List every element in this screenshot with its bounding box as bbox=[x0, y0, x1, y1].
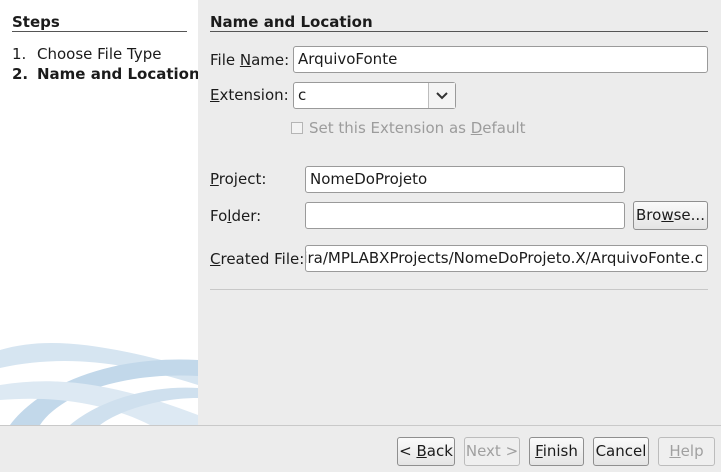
created-file-path: ira/MPLABXProjects/NomeDoProjeto.X/Arqui… bbox=[305, 249, 703, 267]
step-label: Name and Location bbox=[37, 65, 198, 83]
wizard-button-bar: < Back Next > Finish Cancel Help bbox=[0, 425, 721, 472]
mnemonic: D bbox=[470, 119, 483, 137]
section-title: Name and Location bbox=[210, 13, 373, 31]
button-text: Bro bbox=[636, 206, 662, 224]
extension-value: c bbox=[298, 86, 307, 104]
button-text: elp bbox=[680, 442, 704, 460]
button-text: Cancel bbox=[595, 442, 647, 460]
back-button[interactable]: < Back bbox=[397, 437, 455, 466]
button-text: ack bbox=[426, 442, 453, 460]
created-file-label: Created File: bbox=[210, 250, 304, 268]
checkbox-label: Set this Extension as bbox=[309, 119, 471, 137]
checkbox-box[interactable] bbox=[291, 122, 303, 134]
step-item-choose-file-type: 1. Choose File Type bbox=[12, 45, 161, 63]
mnemonic: B bbox=[416, 442, 427, 460]
extension-select[interactable]: c bbox=[293, 82, 456, 109]
label-text: reated File: bbox=[220, 250, 305, 268]
help-button[interactable]: Help bbox=[658, 437, 715, 466]
label-text: xtension: bbox=[219, 86, 289, 104]
cancel-button[interactable]: Cancel bbox=[593, 437, 649, 466]
steps-title: Steps bbox=[12, 13, 60, 31]
label-text: der: bbox=[231, 207, 262, 225]
mnemonic: w bbox=[661, 206, 674, 224]
mnemonic: F bbox=[535, 442, 543, 460]
mnemonic: H bbox=[669, 442, 681, 460]
step-item-name-and-location: 2. Name and Location bbox=[12, 65, 198, 83]
next-button[interactable]: Next > bbox=[464, 437, 520, 466]
section-divider bbox=[210, 31, 708, 32]
finish-button[interactable]: Finish bbox=[529, 437, 584, 466]
created-file-field[interactable]: ira/MPLABXProjects/NomeDoProjeto.X/Arqui… bbox=[305, 245, 708, 272]
label-text: ame: bbox=[251, 51, 290, 69]
folder-label: Folder: bbox=[210, 207, 261, 225]
project-label: Project: bbox=[210, 170, 266, 188]
chevron-down-icon[interactable] bbox=[428, 83, 455, 108]
mnemonic: N bbox=[239, 51, 252, 69]
folder-input[interactable] bbox=[305, 202, 625, 229]
steps-divider bbox=[12, 31, 187, 32]
mnemonic: C bbox=[210, 250, 221, 268]
label-text: Fo bbox=[210, 207, 228, 225]
step-label: Choose File Type bbox=[37, 45, 162, 63]
file-name-input[interactable]: ArquivoFonte bbox=[293, 46, 708, 73]
button-text: se... bbox=[673, 206, 705, 224]
main-panel: Name and Location File Name: ArquivoFont… bbox=[198, 0, 721, 425]
label-text: File bbox=[210, 51, 240, 69]
button-text: Next > bbox=[465, 442, 519, 460]
browse-button[interactable]: Browse... bbox=[633, 201, 708, 230]
mnemonic: P bbox=[210, 170, 219, 188]
step-number: 1. bbox=[12, 45, 27, 63]
extension-label: Extension: bbox=[210, 86, 289, 104]
project-field[interactable]: NomeDoProjeto bbox=[305, 166, 625, 193]
file-name-label: File Name: bbox=[210, 51, 289, 69]
button-text: < bbox=[399, 442, 417, 460]
set-default-extension-checkbox[interactable]: Set this Extension as Default bbox=[291, 119, 526, 137]
label-text: roject: bbox=[218, 170, 267, 188]
form-separator bbox=[210, 289, 708, 290]
decorative-swoosh-graphic bbox=[0, 342, 198, 425]
checkbox-label: efault bbox=[482, 119, 526, 137]
steps-panel: Steps 1. Choose File Type 2. Name and Loca… bbox=[0, 0, 198, 425]
button-text: inish bbox=[542, 442, 578, 460]
step-number: 2. bbox=[12, 65, 29, 83]
